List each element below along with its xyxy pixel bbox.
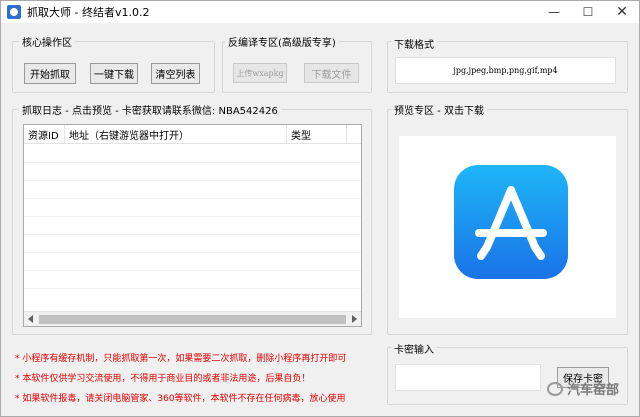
app-logo-icon bbox=[7, 5, 21, 19]
app-store-glyph bbox=[475, 186, 547, 260]
column-resource-id[interactable]: 资源ID bbox=[24, 125, 65, 144]
minimize-button[interactable]: — bbox=[537, 1, 571, 23]
download-format-input[interactable]: jpg,jpeg,bmp,png,gif,mp4 bbox=[395, 57, 616, 84]
capture-log-list[interactable]: 资源ID 地址（右键游览器中打开） 类型 bbox=[23, 124, 362, 327]
row-divider bbox=[24, 198, 361, 199]
notice-line: * 本软件仅供学习交流使用，不得用于商业目的或者非法用途，后果自负！ bbox=[15, 374, 311, 384]
watermark: 汽车窑部 bbox=[546, 379, 619, 398]
watermark-text: 汽车窑部 bbox=[566, 383, 619, 398]
preview-area[interactable] bbox=[399, 136, 616, 318]
download-file-button[interactable]: 下载文件 bbox=[304, 63, 359, 83]
start-capture-button[interactable]: 开始抓取 bbox=[24, 63, 76, 84]
card-key-input[interactable] bbox=[395, 364, 541, 391]
list-header: 资源ID 地址（右键游览器中打开） 类型 bbox=[24, 125, 361, 144]
row-divider bbox=[24, 162, 361, 163]
preview-label: 预览专区 - 双击下载 bbox=[391, 102, 487, 117]
capture-log-label: 抓取日志 - 点击预览 - 卡密获取请联系微信: NBA542426 bbox=[19, 102, 281, 117]
scroll-left-icon[interactable] bbox=[28, 315, 33, 323]
row-divider bbox=[24, 288, 361, 289]
horizontal-scrollbar[interactable] bbox=[24, 311, 361, 326]
upload-wxapkg-button[interactable]: 上传wxapkg bbox=[233, 63, 287, 83]
notice-line: * 如果软件报毒，请关闭电脑管家、360等软件，本软件不存在任何病毒，放心使用 bbox=[15, 394, 346, 404]
core-operations-label: 核心操作区 bbox=[19, 34, 75, 49]
wechat-icon bbox=[546, 381, 563, 396]
notice-line: * 小程序有缓存机制，只能抓取第一次，如果需要二次抓取，删除小程序再打开即可 bbox=[15, 354, 347, 364]
row-divider bbox=[24, 180, 361, 181]
card-key-label: 卡密输入 bbox=[391, 341, 437, 356]
decompile-label: 反编译专区(高级版专享) bbox=[225, 34, 339, 49]
maximize-button[interactable]: ☐ bbox=[571, 1, 605, 23]
row-divider bbox=[24, 234, 361, 235]
scroll-right-icon[interactable] bbox=[352, 315, 357, 323]
title-bar: 抓取大师 - 终结者v1.0.2 — ☐ ✕ bbox=[1, 1, 639, 23]
window-controls: — ☐ ✕ bbox=[537, 1, 639, 23]
row-divider bbox=[24, 270, 361, 271]
app-store-icon bbox=[454, 165, 568, 279]
close-button[interactable]: ✕ bbox=[605, 1, 639, 23]
scrollbar-thumb[interactable] bbox=[39, 315, 346, 324]
download-format-label: 下载格式 bbox=[391, 36, 437, 51]
one-click-download-button[interactable]: 一键下载 bbox=[90, 63, 138, 84]
window-title: 抓取大师 - 终结者v1.0.2 bbox=[27, 6, 150, 19]
row-divider bbox=[24, 216, 361, 217]
column-type[interactable]: 类型 bbox=[287, 125, 347, 144]
row-divider bbox=[24, 252, 361, 253]
download-format-value: jpg,jpeg,bmp,png,gif,mp4 bbox=[453, 66, 558, 75]
app-window: 抓取大师 - 终结者v1.0.2 — ☐ ✕ 核心操作区 开始抓取 一键下载 清… bbox=[0, 0, 640, 417]
column-address[interactable]: 地址（右键游览器中打开） bbox=[65, 125, 287, 144]
clear-list-button[interactable]: 清空列表 bbox=[151, 63, 200, 84]
